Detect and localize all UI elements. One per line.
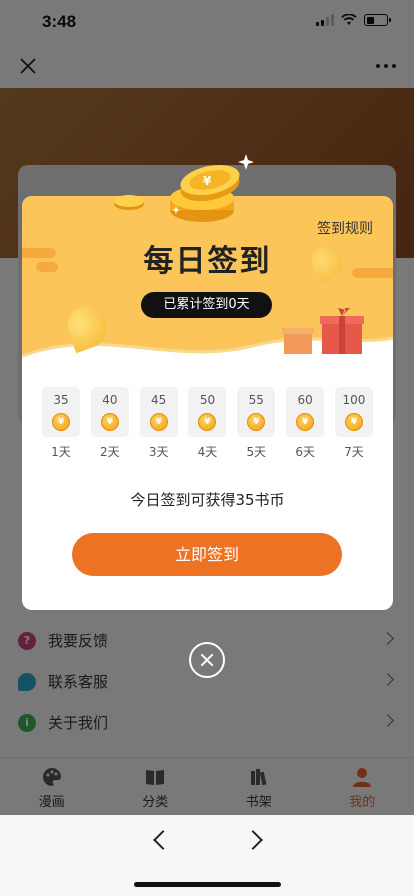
back-icon[interactable]	[153, 830, 173, 850]
checkin-button[interactable]: 立即签到	[72, 533, 342, 576]
day-card: 55 ¥	[237, 387, 276, 437]
day-label: 6天	[295, 445, 315, 459]
day-label: 2天	[100, 445, 120, 459]
coin-icon: ¥	[344, 413, 363, 431]
dialog-close-button[interactable]	[189, 642, 225, 678]
checkin-day: 35 ¥ 1天	[42, 387, 80, 460]
coin-stack-icon: ¥	[170, 154, 254, 222]
day-label: 3天	[148, 445, 169, 459]
coin-icon: ¥	[149, 413, 168, 431]
reward-text: 今日签到可获得35书币	[130, 491, 285, 509]
daily-checkin-dialog: 签到规则 每日签到 已累计签到0天 35 ¥ 1天 40 ¥ 2天 45 ¥ 3…	[22, 196, 393, 610]
gift-decoration	[282, 308, 364, 354]
checkin-day: 45 ¥ 3天	[139, 387, 178, 460]
day-card: 60 ¥	[286, 387, 325, 437]
coin-icon: ¥	[100, 413, 119, 431]
day-amount: 40	[102, 393, 118, 407]
coin-icon: ¥	[247, 413, 266, 431]
coin-icon: ¥	[296, 413, 315, 431]
rules-link[interactable]: 签到规则	[317, 218, 373, 238]
accumulated-days-badge: 已累计签到0天	[141, 292, 272, 318]
checkin-day: 55 ¥ 5天	[237, 387, 276, 460]
checkin-days: 35 ¥ 1天 40 ¥ 2天 45 ¥ 3天 50 ¥ 4天 55 ¥ 5天 …	[42, 387, 373, 460]
day-amount: 100	[342, 393, 366, 407]
day-amount: 45	[151, 393, 167, 407]
home-indicator	[134, 882, 281, 887]
checkin-day: 60 ¥ 6天	[286, 387, 325, 460]
day-label: 1天	[51, 445, 71, 459]
checkin-day: 50 ¥ 4天	[188, 387, 227, 460]
day-label: 7天	[344, 445, 364, 459]
day-card: 100 ¥	[334, 387, 373, 437]
day-card: 50 ¥	[188, 387, 227, 437]
day-card: 35 ¥	[42, 387, 80, 437]
day-card: 45 ¥	[139, 387, 178, 437]
day-card: 40 ¥	[90, 387, 129, 437]
day-label: 5天	[246, 445, 267, 459]
small-coin-icon	[114, 195, 144, 210]
coin-icon: ¥	[198, 413, 217, 431]
day-label: 4天	[197, 445, 218, 459]
day-amount: 60	[297, 393, 313, 407]
svg-text:¥: ¥	[203, 174, 212, 188]
browser-toolbar	[0, 815, 414, 896]
day-amount: 35	[53, 393, 69, 407]
checkin-day: 100 ¥ 7天	[334, 387, 373, 460]
coin-icon: ¥	[52, 413, 70, 431]
dialog-title: 每日签到	[143, 244, 272, 279]
forward-icon[interactable]	[243, 830, 263, 850]
checkin-day: 40 ¥ 2天	[90, 387, 129, 460]
day-amount: 50	[199, 393, 216, 407]
day-amount: 55	[248, 393, 264, 407]
